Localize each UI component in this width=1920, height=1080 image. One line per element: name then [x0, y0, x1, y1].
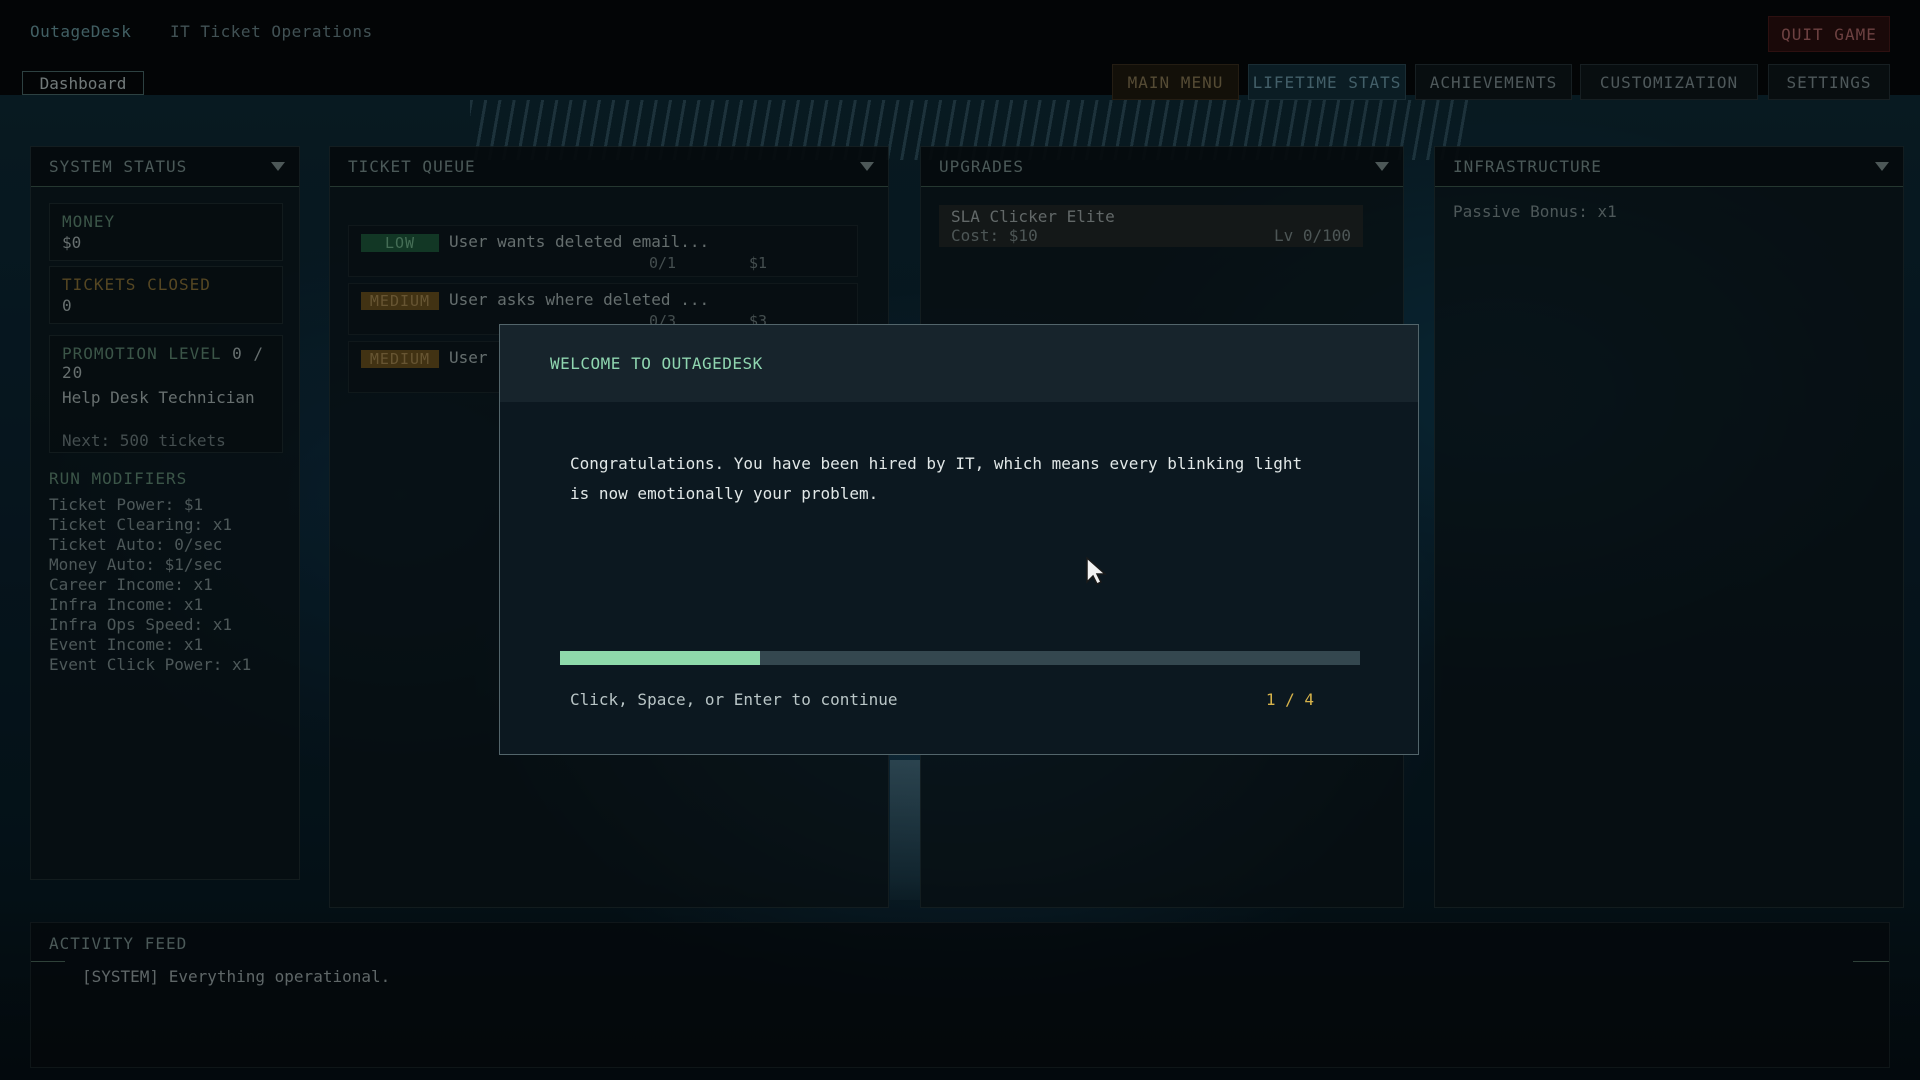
dialog-body-line: is now emotionally your problem. — [570, 484, 879, 503]
step-counter: 1 / 4 — [1265, 690, 1314, 709]
dialog-header: WELCOME TO OUTAGEDESK — [500, 325, 1418, 402]
dialog-body: Congratulations. You have been hired by … — [570, 449, 1360, 509]
continue-hint: Click, Space, or Enter to continue — [570, 690, 898, 709]
game-screen: OutageDesk IT Ticket Operations Dashboar… — [0, 0, 1920, 1080]
dialog-body-line: Congratulations. You have been hired by … — [570, 454, 1303, 473]
mouse-pointer-icon — [1086, 556, 1107, 586]
welcome-dialog[interactable]: WELCOME TO OUTAGEDESK Congratulations. Y… — [499, 324, 1419, 755]
tutorial-progress-bar — [560, 651, 1360, 665]
tutorial-progress-fill — [560, 651, 760, 665]
dialog-title: WELCOME TO OUTAGEDESK — [550, 354, 763, 373]
